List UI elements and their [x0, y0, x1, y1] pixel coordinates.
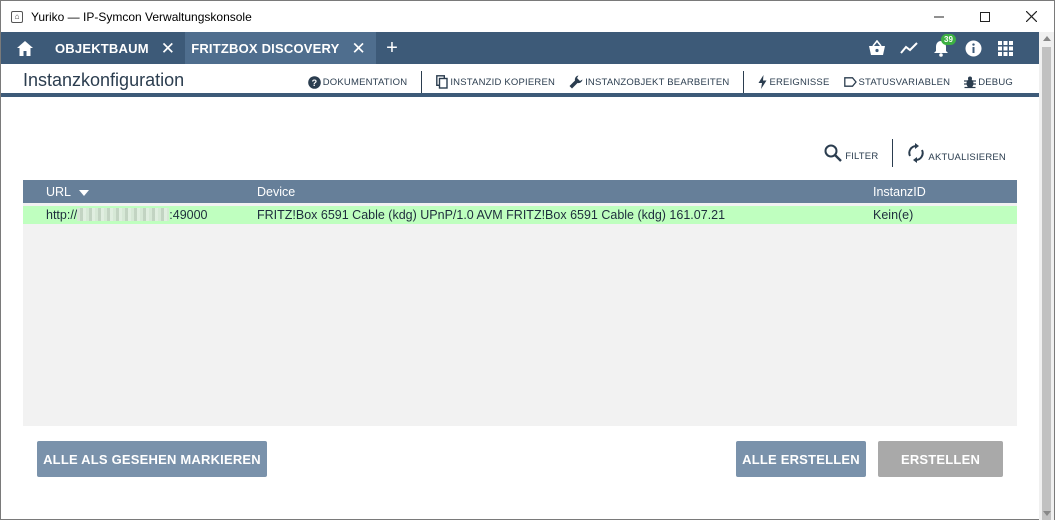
- window-controls: [916, 1, 1054, 32]
- app-window: ⌂ Yuriko — IP-Symcon Verwaltungskonsole …: [0, 0, 1055, 520]
- trend-chart-icon: [900, 42, 918, 54]
- apps-menu-button[interactable]: [989, 32, 1021, 64]
- basket-icon: [869, 40, 885, 55]
- column-header-instance-id[interactable]: InstanzID: [873, 185, 926, 199]
- action-label: INSTANZOBJEKT BEARBEITEN: [585, 76, 730, 88]
- notifications-button[interactable]: 39: [925, 32, 957, 64]
- action-label: DEBUG: [978, 76, 1013, 88]
- bug-icon: [964, 76, 977, 88]
- app-icon: ⌂: [11, 10, 23, 23]
- edit-instance-object-button[interactable]: INSTANZOBJEKT BEARBEITEN: [569, 75, 729, 89]
- svg-text:?: ?: [311, 78, 317, 88]
- tab-label: FRITZBOX DISCOVERY: [191, 40, 340, 56]
- divider: [892, 139, 894, 167]
- maximize-icon: [980, 11, 990, 22]
- scroll-thumb[interactable]: [1042, 47, 1051, 520]
- divider: [421, 71, 423, 93]
- filter-button[interactable]: FILTER: [824, 144, 878, 162]
- table-row[interactable]: http://:49000 FRITZ!Box 6591 Cable (kdg)…: [23, 206, 1017, 224]
- action-label: INSTANZID KOPIEREN: [450, 76, 556, 88]
- cell-url: http://:49000: [46, 208, 208, 222]
- statistics-button[interactable]: [893, 32, 925, 64]
- close-tab-icon[interactable]: ✕: [351, 40, 365, 57]
- column-header-device[interactable]: Device: [257, 185, 295, 199]
- info-icon: [965, 40, 981, 56]
- wrench-icon: [569, 75, 583, 89]
- column-header-url[interactable]: URL: [46, 185, 90, 199]
- home-icon: [17, 40, 33, 56]
- divider: [743, 71, 745, 93]
- tab-fritzbox-discovery[interactable]: FRITZBOX DISCOVERY ✕: [185, 32, 376, 64]
- home-button[interactable]: [1, 32, 49, 64]
- close-tab-icon[interactable]: ✕: [161, 40, 175, 57]
- toolbar-icons: 39: [861, 32, 1021, 64]
- store-button[interactable]: [861, 32, 893, 64]
- lightning-icon: [758, 75, 767, 89]
- discovery-table: URL Device InstanzID http://:49000 FRITZ…: [23, 180, 1017, 426]
- refresh-label: AKTUALISIEREN: [928, 152, 1006, 163]
- vertical-scrollbar[interactable]: [1039, 32, 1054, 520]
- notification-badge: 39: [941, 34, 956, 45]
- instance-header: Instanzkonfiguration ? DOKUMENTATION INS…: [1, 64, 1039, 97]
- create-button[interactable]: ERSTELLEN: [878, 441, 1003, 477]
- maximize-button[interactable]: [962, 1, 1008, 32]
- tab-label: OBJEKTBAUM: [55, 40, 149, 56]
- debug-button[interactable]: DEBUG: [964, 76, 1013, 89]
- close-window-button[interactable]: [1008, 1, 1054, 32]
- add-tab-button[interactable]: +: [376, 32, 408, 64]
- action-label: DOKUMENTATION: [322, 76, 408, 88]
- close-icon: [1025, 11, 1037, 22]
- mark-all-seen-button[interactable]: ALLE ALS GESEHEN MARKIEREN: [37, 441, 267, 477]
- status-variables-button[interactable]: STATUSVARIABLEN: [843, 76, 951, 88]
- tag-icon: [843, 77, 857, 87]
- refresh-icon: [908, 143, 925, 163]
- search-icon: [824, 144, 843, 162]
- help-icon: ?: [307, 75, 321, 89]
- scroll-up-icon[interactable]: [1043, 36, 1051, 41]
- minimize-icon: [934, 16, 944, 17]
- action-label: STATUSVARIABLEN: [858, 76, 951, 88]
- sort-descending-icon: [79, 189, 90, 196]
- grid-icon: [997, 40, 1013, 56]
- redacted-ip: [77, 208, 170, 221]
- filter-label: FILTER: [845, 151, 879, 162]
- events-button[interactable]: EREIGNISSE: [758, 75, 829, 89]
- cell-instance-id: Kein(e): [873, 208, 914, 222]
- page-title: Instanzkonfiguration: [23, 70, 185, 90]
- tab-objektbaum[interactable]: OBJEKTBAUM ✕: [49, 32, 185, 64]
- window-titlebar: ⌂ Yuriko — IP-Symcon Verwaltungskonsole: [1, 1, 1054, 32]
- action-label: EREIGNISSE: [769, 76, 830, 88]
- documentation-button[interactable]: ? DOKUMENTATION: [307, 75, 408, 89]
- table-header: URL Device InstanzID: [23, 180, 1017, 203]
- info-button[interactable]: [957, 32, 989, 64]
- copy-instance-id-button[interactable]: INSTANZID KOPIEREN: [436, 75, 555, 89]
- cell-device: FRITZ!Box 6591 Cable (kdg) UPnP/1.0 AVM …: [257, 208, 726, 222]
- create-all-button[interactable]: ALLE ERSTELLEN: [736, 441, 866, 477]
- scroll-down-icon[interactable]: [1043, 511, 1051, 516]
- instance-actions: ? DOKUMENTATION INSTANZID KOPIEREN INSTA…: [294, 71, 1013, 93]
- tab-bar: OBJEKTBAUM ✕ FRITZBOX DISCOVERY ✕ + 39: [1, 32, 1039, 64]
- refresh-button[interactable]: AKTUALISIEREN: [907, 143, 1006, 163]
- table-toolbar: FILTER AKTUALISIEREN: [824, 139, 1006, 167]
- copy-icon: [436, 75, 449, 89]
- minimize-button[interactable]: [916, 1, 962, 32]
- window-title: Yuriko — IP-Symcon Verwaltungskonsole: [31, 9, 252, 24]
